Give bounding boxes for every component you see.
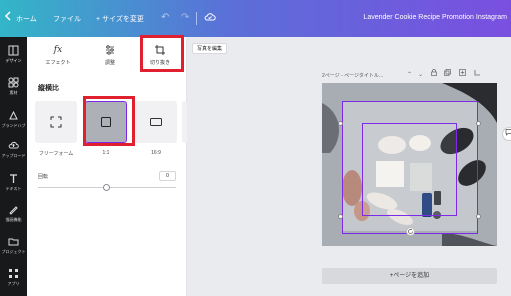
chevron-down-icon[interactable]: ⌄ (418, 72, 423, 78)
rail-label: アップロード (1, 153, 26, 158)
apps-icon (9, 269, 18, 278)
add-page-button[interactable]: +ページを追加 (322, 268, 497, 284)
rail-item-uploads[interactable]: アップロード (0, 140, 27, 159)
resize-plus-icon: + (96, 16, 101, 23)
undo-icon[interactable]: ↶ (161, 12, 169, 23)
folder-icon (8, 238, 19, 246)
rail-label: ブランドハブ (1, 123, 26, 128)
rotation-input[interactable]: 0 (159, 171, 176, 181)
lock-icon[interactable] (429, 69, 437, 78)
ratio-label: 1:1 (102, 150, 110, 156)
ratio-label: フリーフォーム (38, 151, 74, 157)
shapes-icon (8, 77, 19, 88)
cloud-save-icon[interactable] (204, 11, 216, 23)
resize-button[interactable]: + サイズを変更 (96, 14, 144, 24)
text-icon (10, 174, 17, 183)
square-ratio-highlight (83, 96, 135, 146)
rotate-handle-icon[interactable] (406, 227, 415, 236)
page-title[interactable]: 2ページ - ページタイトル... (322, 72, 383, 79)
document-title[interactable]: Lavender Cookie Recipe Promotion Instagr… (363, 14, 507, 21)
add-page-icon[interactable] (457, 69, 466, 78)
side-chat-icon[interactable] (502, 127, 511, 141)
tab-effects-label: エフェクト (45, 60, 71, 66)
rail-label: デザイン (5, 58, 22, 63)
expand-icon[interactable] (472, 70, 481, 78)
back-chevron-icon[interactable] (4, 11, 12, 24)
freeform-corners-icon (50, 116, 62, 128)
rail-item-elements[interactable]: 素材 (0, 77, 27, 96)
ratio-freeform-option[interactable] (35, 101, 77, 143)
aspect-ratio-title: 縦横比 (38, 85, 59, 92)
topbar-divider (196, 12, 197, 25)
rail-item-projects[interactable]: プロジェクト (0, 236, 27, 255)
rail-item-text[interactable]: テキスト (0, 173, 27, 192)
redo-icon[interactable]: ↷ (181, 12, 189, 23)
rail-label: テキスト (5, 186, 22, 191)
edit-panel: fx エフェクト 調整 切り抜き 縦横比 フリーフォーム 1:1 16:9 回転… (27, 37, 187, 296)
top-bar: ホーム ファイル + サイズを変更 ↶ ↷ Lavender Cookie Re… (0, 0, 511, 37)
tab-effects[interactable]: fx エフェクト (38, 44, 78, 66)
ratio-label: 16:9 (151, 150, 161, 156)
rail-label: 素材 (9, 90, 18, 95)
ratio-widescreen-option[interactable] (135, 101, 177, 143)
tab-adjust[interactable]: 調整 (90, 44, 130, 66)
rotation-slider-thumb[interactable] (103, 184, 110, 191)
home-link[interactable]: ホーム (16, 14, 37, 24)
upload-icon (8, 141, 19, 149)
rail-item-apps[interactable]: アプリ (0, 268, 27, 287)
widescreen-icon (150, 118, 162, 126)
rail-item-design[interactable]: デザイン (0, 45, 27, 64)
crop-handle-bottom-right[interactable] (476, 214, 481, 219)
draw-icon (9, 206, 18, 215)
rail-label: プロジェクト (1, 249, 26, 254)
resize-label: サイズを変更 (102, 16, 144, 23)
crop-tab-highlight (140, 35, 184, 72)
tab-adjust-label: 調整 (104, 60, 115, 66)
edit-photo-button[interactable]: 写真を編集 (192, 43, 228, 54)
crop-handle-top-left[interactable] (338, 121, 343, 126)
fx-icon: fx (53, 45, 63, 55)
rail-item-draw[interactable]: 描画機能 (0, 204, 27, 223)
crop-handle-bottom-left[interactable] (338, 214, 343, 219)
crop-selection-box[interactable] (362, 123, 457, 216)
canvas-area: 写真を編集 2ページ - ページタイトル... ⌃ ⌄ +ページを追加 (187, 37, 511, 296)
sliders-icon (106, 45, 114, 55)
brand-icon (9, 110, 18, 120)
rail-label: 描画機能 (5, 217, 22, 222)
rail-item-brand-hub[interactable]: ブランドハブ (0, 110, 27, 129)
crop-handle-top-right[interactable] (476, 121, 481, 126)
layout-icon (8, 45, 19, 56)
file-menu[interactable]: ファイル (53, 14, 81, 24)
left-rail: デザイン 素材 ブランドハブ アップロード テキスト 描画機能 プロジェクト ア… (0, 37, 27, 296)
rotation-label: 回転 (38, 174, 49, 180)
page-toolbar: ⌃ ⌄ (407, 69, 487, 78)
rail-label: アプリ (7, 281, 20, 286)
chevron-up-icon[interactable]: ⌃ (407, 72, 412, 78)
duplicate-icon[interactable] (443, 69, 452, 78)
